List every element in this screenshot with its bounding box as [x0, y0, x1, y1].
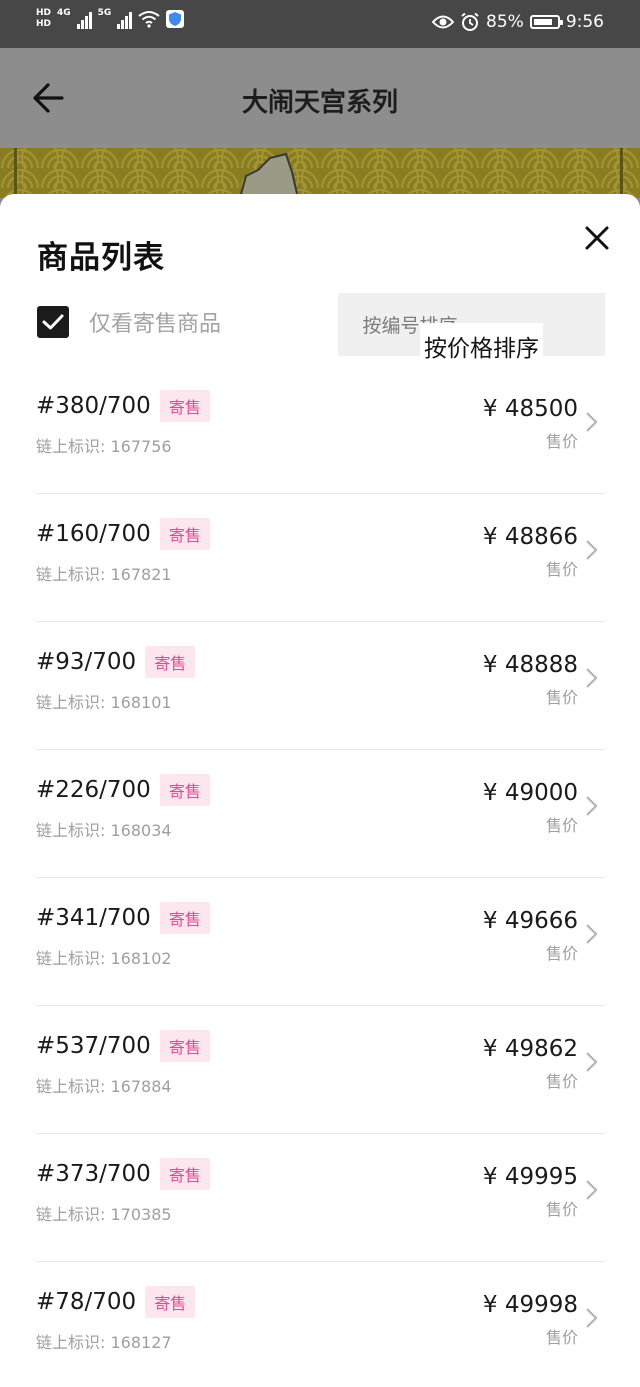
price: ¥ 48866 [482, 524, 578, 550]
price-label: 售价 [545, 1328, 578, 1347]
edition-number: #93/700 [36, 649, 137, 675]
price: ¥ 49998 [482, 1292, 578, 1318]
consign-badge: 寄售 [159, 390, 210, 422]
consign-badge: 寄售 [159, 518, 210, 550]
price: ¥ 48888 [482, 652, 578, 678]
price-label: 售价 [545, 688, 578, 707]
list-item[interactable]: #160/700 寄售 链上标识: 167821 ¥ 48866 售价 [0, 494, 640, 622]
list-item[interactable]: #78/700 寄售 链上标识: 168127 ¥ 49998 售价 [0, 1262, 640, 1387]
hd-label-2: HD [36, 19, 52, 29]
consign-badge: 寄售 [159, 1030, 210, 1062]
chain-id: 链上标识: 168127 [36, 1333, 172, 1352]
edition-number: #537/700 [36, 1033, 151, 1059]
consign-badge: 寄售 [159, 1158, 210, 1190]
consign-badge: 寄售 [145, 1286, 196, 1318]
only-consign-checkbox[interactable] [37, 306, 69, 338]
clock: 9:56 [565, 12, 604, 32]
edition-number: #341/700 [36, 905, 151, 931]
price: ¥ 49862 [482, 1036, 578, 1062]
sort-by-price-button[interactable]: 按价格排序 [420, 323, 543, 369]
hd-indicator: HD HD [36, 8, 51, 30]
app-header: 大闹天宫系列 [0, 48, 640, 148]
chain-id: 链上标识: 168102 [36, 949, 172, 968]
list-item[interactable]: #380/700 寄售 链上标识: 167756 ¥ 48500 售价 [0, 366, 640, 494]
signal-icon-2 [117, 9, 133, 29]
only-consign-label: 仅看寄售商品 [89, 312, 222, 337]
chain-id: 链上标识: 167821 [36, 565, 172, 584]
chevron-right-icon [586, 924, 598, 944]
chain-id: 链上标识: 170385 [36, 1205, 172, 1224]
price: ¥ 49666 [482, 908, 578, 934]
checkmark-icon [42, 314, 64, 330]
edition-number: #373/700 [36, 1161, 151, 1187]
list-item[interactable]: #341/700 寄售 链上标识: 168102 ¥ 49666 售价 [0, 878, 640, 1006]
edition-number: #78/700 [36, 1289, 137, 1315]
chevron-right-icon [586, 796, 598, 816]
list-item[interactable]: #373/700 寄售 链上标识: 170385 ¥ 49995 售价 [0, 1134, 640, 1262]
sort-toggle: 按编号排序 按价格排序 [338, 293, 605, 369]
network-type-4g: 4G [57, 8, 71, 18]
hd-label-1: HD [36, 8, 52, 18]
price-label: 售价 [545, 1200, 578, 1219]
price: ¥ 49000 [482, 780, 578, 806]
page-title: 大闹天宫系列 [241, 88, 398, 118]
chevron-right-icon [586, 668, 598, 688]
edition-number: #226/700 [36, 777, 151, 803]
price-label: 售价 [545, 944, 578, 963]
chevron-right-icon [586, 540, 598, 560]
alarm-icon [461, 12, 479, 31]
close-icon[interactable] [582, 223, 612, 253]
signal-icon [76, 9, 92, 29]
product-list-sheet: 商品列表 仅看寄售商品 按编号排序 按价格排序 #380/700 寄售 链上标识:… [0, 194, 640, 1387]
edition-number: #380/700 [36, 393, 151, 419]
consign-badge: 寄售 [159, 902, 210, 934]
price-label: 售价 [545, 816, 578, 835]
consign-badge: 寄售 [159, 774, 210, 806]
edition-number: #160/700 [36, 521, 151, 547]
chevron-right-icon [586, 1308, 598, 1328]
chevron-right-icon [586, 412, 598, 432]
price: ¥ 48500 [482, 396, 578, 422]
list-item[interactable]: #226/700 寄售 链上标识: 168034 ¥ 49000 售价 [0, 750, 640, 878]
chevron-right-icon [586, 1180, 598, 1200]
price-label: 售价 [545, 432, 578, 451]
price-label: 售价 [545, 1072, 578, 1091]
list-item[interactable]: #93/700 寄售 链上标识: 168101 ¥ 48888 售价 [0, 622, 640, 750]
chevron-right-icon [586, 1052, 598, 1072]
only-consign-filter[interactable]: 仅看寄售商品 [37, 306, 221, 338]
battery-percent: 85% [486, 12, 524, 32]
collection-banner [0, 148, 640, 198]
consign-badge: 寄售 [145, 646, 196, 678]
chain-id: 链上标识: 167884 [36, 1077, 172, 1096]
wifi-icon [138, 11, 160, 28]
eye-icon [432, 15, 455, 29]
product-list: #380/700 寄售 链上标识: 167756 ¥ 48500 售价 #160/… [0, 366, 640, 1387]
chain-id: 链上标识: 168034 [36, 821, 172, 840]
sheet-title: 商品列表 [37, 240, 165, 276]
status-bar: HD HD 4G 5G 85% 9:56 [0, 0, 640, 48]
battery-icon [529, 15, 563, 29]
chain-id: 链上标识: 167756 [36, 437, 172, 456]
security-shield-icon [166, 10, 185, 28]
list-item[interactable]: #537/700 寄售 链上标识: 167884 ¥ 49862 售价 [0, 1006, 640, 1134]
price: ¥ 49995 [482, 1164, 578, 1190]
price-label: 售价 [545, 560, 578, 579]
chain-id: 链上标识: 168101 [36, 693, 172, 712]
network-type-5g: 5G [97, 8, 112, 18]
